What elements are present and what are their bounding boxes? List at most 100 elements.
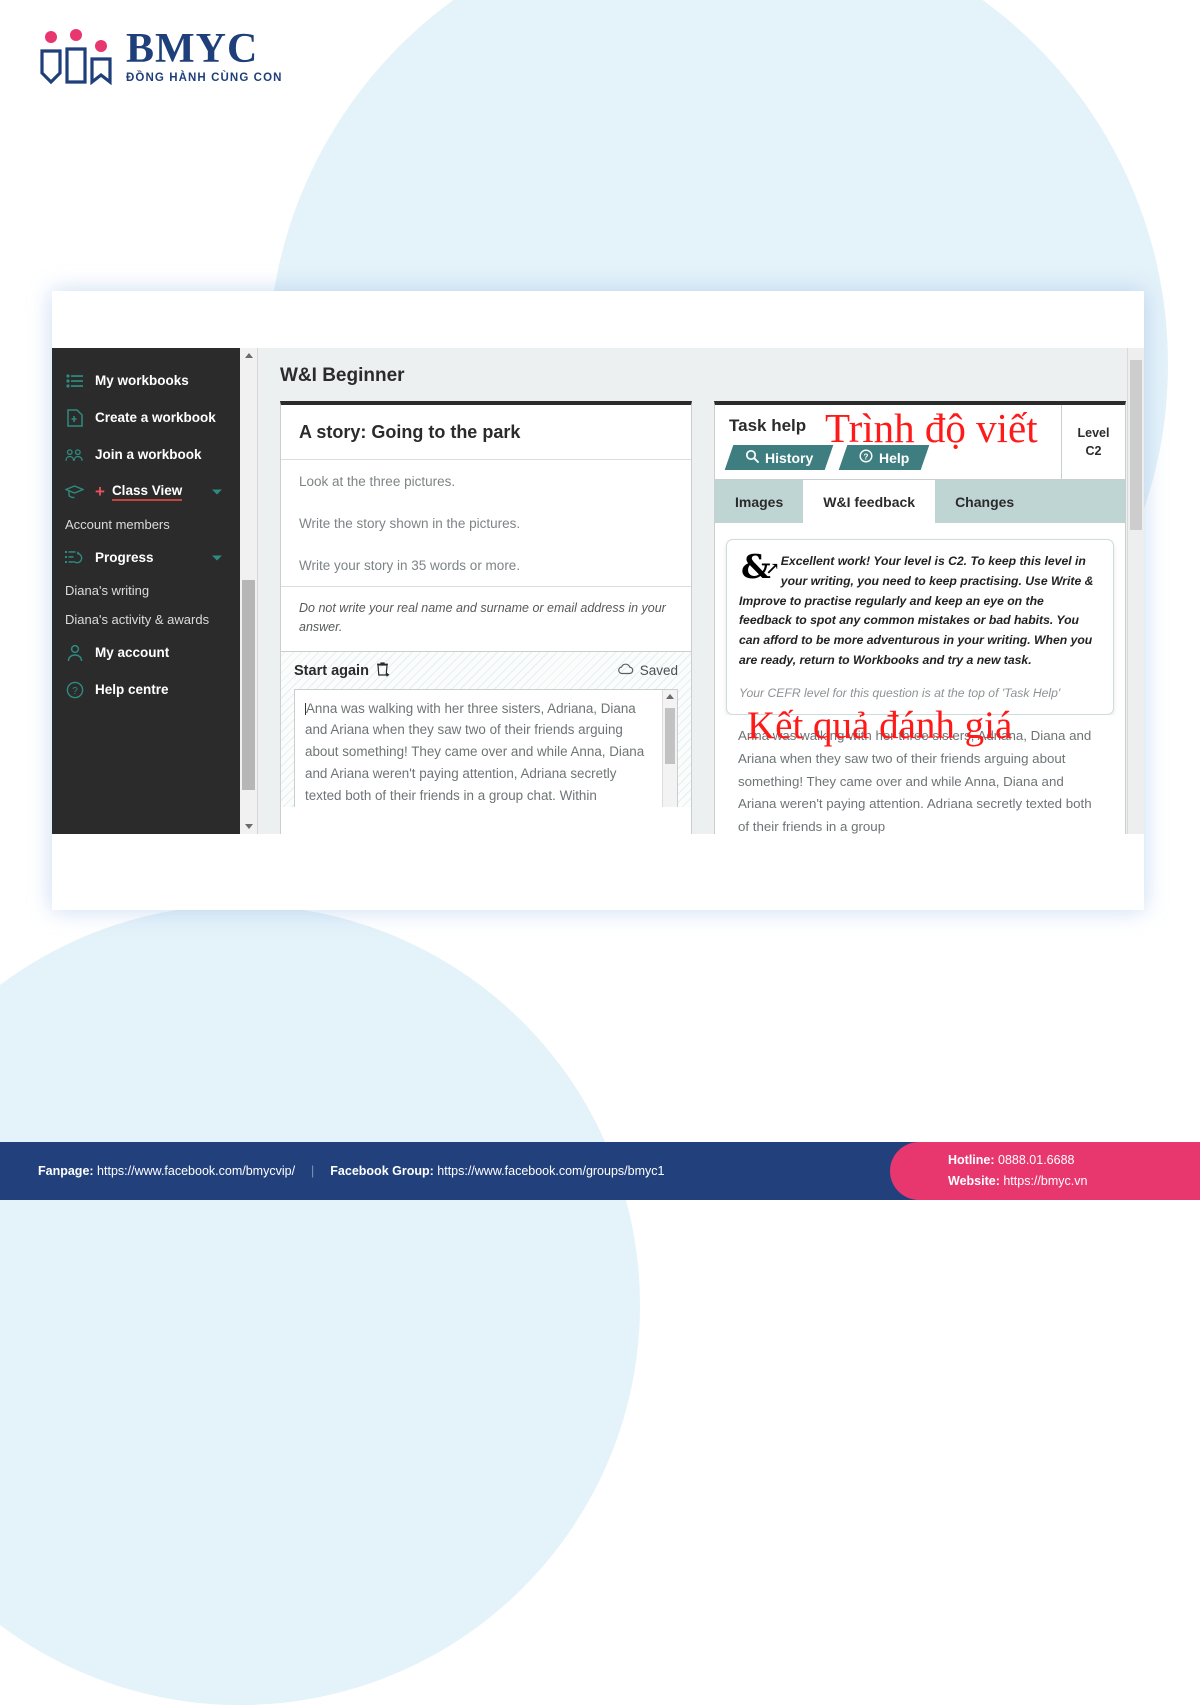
scrollbar-thumb[interactable]	[1130, 360, 1142, 530]
sidebar-item-dianas-writing[interactable]: Diana's writing	[52, 576, 240, 605]
essay-preview: Anna was walking with her three sisters,…	[726, 714, 1114, 834]
user-icon	[65, 643, 84, 662]
footer-links: Fanpage: https://www.facebook.com/bmycvi…	[0, 1164, 664, 1178]
tab-filler	[1034, 480, 1125, 523]
hotline-row: Hotline: 0888.01.6688	[948, 1150, 1200, 1171]
group-url[interactable]: https://www.facebook.com/groups/bmyc1	[437, 1164, 664, 1178]
search-icon	[745, 449, 759, 466]
tab-wi-feedback[interactable]: W&I feedback	[803, 480, 936, 532]
page-title: W&I Beginner	[280, 365, 405, 386]
group-entry: Facebook Group: https://www.facebook.com…	[330, 1164, 664, 1178]
saved-label: Saved	[639, 663, 678, 679]
answer-text: Anna was walking with her three sisters,…	[305, 700, 645, 803]
fanpage-url[interactable]: https://www.facebook.com/bmycvip/	[97, 1164, 295, 1178]
main-content: W&I Beginner A story: Going to the park …	[258, 348, 1144, 834]
help-button[interactable]: ? Help	[838, 445, 930, 470]
scroll-up-icon[interactable]	[240, 348, 257, 363]
scrollbar-thumb[interactable]	[665, 707, 675, 764]
task-note: Do not write your real name and surname …	[281, 586, 691, 651]
feedback-tooltip: & ↗ Excellent work! Your level is C2. To …	[726, 539, 1114, 715]
file-plus-icon	[65, 408, 84, 427]
app-scrollbar[interactable]	[240, 348, 258, 834]
fanpage-label: Fanpage:	[38, 1164, 94, 1178]
group-label: Facebook Group:	[330, 1164, 434, 1178]
chevron-down-icon[interactable]	[212, 555, 222, 560]
bmyc-mark-icon	[40, 28, 112, 85]
tab-images[interactable]: Images	[715, 480, 803, 523]
sidebar-item-my-workbooks[interactable]: My workbooks	[52, 362, 240, 399]
sidebar-item-label: Class View	[111, 483, 183, 501]
scroll-down-icon[interactable]	[240, 819, 257, 834]
sidebar-item-label: Join a workbook	[95, 447, 202, 462]
task-title: A story: Going to the park	[281, 405, 691, 460]
task-help-header-main: Task help History ? Help	[715, 405, 1061, 479]
textarea-scrollbar[interactable]	[662, 689, 677, 807]
brand-name: BMYC	[126, 26, 259, 72]
task-instruction: Look at the three pictures.	[299, 474, 456, 489]
task-help-header: Task help History ? Help Level C2	[715, 405, 1125, 480]
tab-changes[interactable]: Changes	[935, 480, 1034, 523]
hotline-label: Hotline:	[948, 1153, 995, 1168]
graduation-cap-icon	[65, 482, 84, 501]
sidebar-item-help-centre[interactable]: ? Help centre	[52, 671, 240, 708]
sidebar-item-progress[interactable]: Progress	[52, 539, 240, 576]
help-tabs: Images W&I feedback Changes	[715, 480, 1125, 532]
level-value: C2	[1085, 444, 1102, 458]
chevron-down-icon[interactable]	[212, 489, 222, 494]
sidebar-item-class-view[interactable]: + Class View	[52, 473, 240, 510]
website-value[interactable]: https://bmyc.vn	[1003, 1174, 1087, 1188]
fanpage-entry: Fanpage: https://www.facebook.com/bmycvi…	[38, 1164, 295, 1178]
sidebar-item-account-members[interactable]: Account members	[52, 510, 240, 539]
sidebar-item-dianas-activity-awards[interactable]: Diana's activity & awards	[52, 605, 240, 634]
help-label: Help	[878, 449, 910, 466]
sidebar-item-create-a-workbook[interactable]: Create a workbook	[52, 399, 240, 436]
footer-separator: |	[311, 1164, 315, 1178]
brand-logo: BMYC ĐỒNG HÀNH CÙNG CON	[38, 28, 283, 85]
start-again-button[interactable]: Start again	[294, 661, 391, 681]
list-icon	[65, 371, 84, 390]
history-button[interactable]: History	[724, 445, 834, 470]
task-instruction: Write the story shown in the pictures.	[299, 516, 521, 531]
task-help-buttons: History ? Help	[724, 445, 1061, 470]
history-label: History	[765, 449, 814, 466]
scroll-up-icon[interactable]	[666, 693, 674, 699]
question-circle-icon: ?	[859, 449, 873, 466]
help-body: & ↗ Excellent work! Your level is C2. To …	[715, 523, 1125, 834]
sidebar-item-label: Create a workbook	[95, 410, 216, 425]
sidebar-item-join-a-workbook[interactable]: Join a workbook	[52, 436, 240, 473]
group-icon	[65, 445, 84, 464]
level-badge: Level C2	[1061, 405, 1125, 479]
website-label: Website:	[948, 1174, 1000, 1188]
level-label: Level	[1077, 425, 1110, 440]
essay-text: Anna was walking with her three sisters,…	[738, 727, 1092, 834]
task-help-title: Task help	[729, 416, 807, 435]
answer-textarea[interactable]: Anna was walking with her three sisters,…	[294, 688, 678, 807]
add-class-icon[interactable]: +	[95, 483, 105, 500]
saved-status: Saved	[617, 663, 678, 678]
hotline-value: 0888.01.6688	[998, 1153, 1075, 1168]
footer-bar: Fanpage: https://www.facebook.com/bmycvi…	[0, 1142, 1200, 1200]
screenshot-card: My workbooks Create a workbook Join a wo…	[52, 291, 1144, 910]
brand-tagline: ĐỒNG HÀNH CÙNG CON	[126, 72, 283, 84]
sidebar-item-label: Progress	[95, 550, 154, 565]
feedback-text: Excellent work! Your level is C2. To kee…	[739, 554, 1094, 667]
answer-area: Start again Saved Anna was walking with …	[281, 650, 691, 807]
task-instruction: Write your story in 35 words or more.	[299, 558, 521, 573]
sidebar-item-label: My account	[95, 645, 170, 660]
trash-icon[interactable]	[376, 661, 391, 681]
task-panel: A story: Going to the park Look at the t…	[280, 401, 692, 834]
ampersand-arrow-icon: & ↗	[741, 547, 780, 586]
website-row: Website: https://bmyc.vn	[948, 1171, 1200, 1192]
sidebar-item-my-account[interactable]: My account	[52, 634, 240, 671]
answer-toolbar: Start again Saved	[294, 661, 678, 681]
scrollbar-thumb[interactable]	[242, 580, 255, 790]
question-circle-icon: ?	[65, 680, 84, 699]
panels-row: A story: Going to the park Look at the t…	[280, 401, 1144, 834]
svg-text:?: ?	[863, 452, 868, 461]
task-help-panel: Task help History ? Help Level C2 Images…	[714, 401, 1126, 834]
app-window: My workbooks Create a workbook Join a wo…	[52, 348, 1144, 834]
svg-text:?: ?	[72, 686, 78, 697]
page-scrollbar[interactable]	[1127, 348, 1144, 834]
start-again-label: Start again	[294, 662, 369, 679]
feedback-note: Your CEFR level for this question is at …	[739, 685, 1061, 700]
